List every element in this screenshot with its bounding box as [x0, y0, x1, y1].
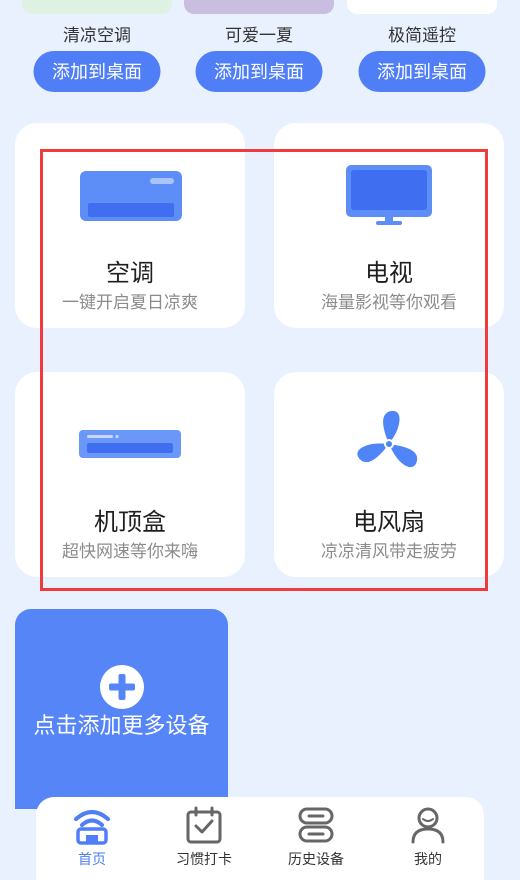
plus-circle-icon — [100, 665, 144, 709]
tab-label: 我的 — [414, 852, 442, 868]
device-subtitle: 一键开启夏日凉爽 — [62, 293, 198, 313]
tab-mine[interactable]: 我的 — [372, 797, 484, 880]
tv-icon — [346, 165, 432, 225]
theme-item-cool-ac: 清凉空调 添加到桌面 — [22, 0, 172, 100]
tab-habit-checkin[interactable]: 习惯打卡 — [148, 797, 260, 880]
fan-icon — [357, 410, 418, 468]
theme-name: 清凉空调 — [63, 26, 131, 46]
theme-name: 可爱一夏 — [225, 26, 293, 46]
home-signal-icon — [74, 810, 110, 845]
theme-item-cute-summer: 可爱一夏 添加到桌面 — [184, 0, 334, 100]
device-subtitle: 海量影视等你观看 — [321, 293, 457, 313]
device-title: 机顶盒 — [94, 508, 166, 536]
device-card-set-top-box[interactable]: 机顶盒 超快网速等你来嗨 — [15, 372, 245, 577]
tab-label: 首页 — [78, 852, 106, 868]
tab-history-devices[interactable]: 历史设备 — [260, 797, 372, 880]
theme-item-minimal-remote: 极简遥控 添加到桌面 — [347, 0, 497, 100]
theme-name: 极简遥控 — [388, 26, 456, 46]
device-subtitle: 凉凉清风带走疲劳 — [321, 542, 457, 562]
theme-thumbnail[interactable] — [184, 0, 334, 14]
device-subtitle: 超快网速等你来嗨 — [62, 542, 198, 562]
calendar-check-icon — [186, 806, 222, 844]
add-to-desktop-button[interactable]: 添加到桌面 — [195, 51, 323, 92]
user-icon — [411, 807, 445, 844]
bottom-tab-bar: 首页 习惯打卡 历史设备 我的 — [36, 797, 484, 880]
add-more-devices-button[interactable]: 点击添加更多设备 — [15, 609, 228, 809]
device-title: 电视 — [365, 259, 413, 287]
theme-thumbnail[interactable] — [22, 0, 172, 14]
theme-row: 清凉空调 添加到桌面 可爱一夏 添加到桌面 极简遥控 添加到桌面 — [0, 0, 520, 110]
device-title: 空调 — [106, 259, 154, 287]
device-card-air-conditioner[interactable]: 空调 一键开启夏日凉爽 — [15, 123, 245, 328]
add-to-desktop-button[interactable]: 添加到桌面 — [358, 51, 486, 92]
tab-home[interactable]: 首页 — [36, 797, 148, 880]
device-stack-icon — [298, 807, 334, 843]
set-top-box-icon — [79, 430, 181, 458]
tab-label: 历史设备 — [288, 852, 344, 868]
add-to-desktop-button[interactable]: 添加到桌面 — [33, 51, 161, 92]
add-more-label: 点击添加更多设备 — [33, 714, 210, 739]
device-title: 电风扇 — [353, 508, 425, 536]
air-conditioner-icon — [80, 171, 182, 221]
device-card-fan[interactable]: 电风扇 凉凉清风带走疲劳 — [274, 372, 504, 577]
theme-thumbnail[interactable] — [347, 0, 497, 14]
tab-label: 习惯打卡 — [176, 852, 232, 868]
device-card-tv[interactable]: 电视 海量影视等你观看 — [274, 123, 504, 328]
